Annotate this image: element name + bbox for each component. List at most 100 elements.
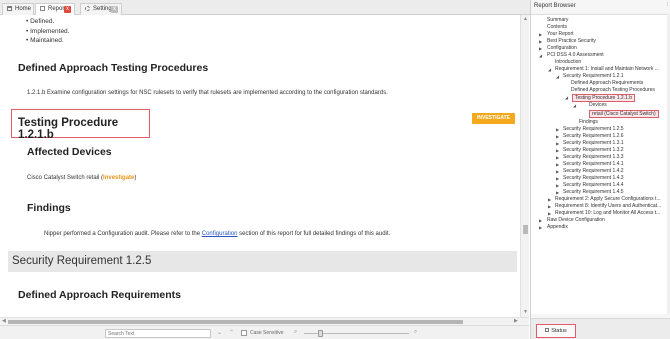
- tree-item[interactable]: Security Requirement 1.2.1: [563, 73, 624, 80]
- chevron-down-icon[interactable]: ◢: [565, 94, 568, 101]
- tree-item[interactable]: Introduction: [555, 59, 581, 66]
- heading-approach-testing: Defined Approach Testing Procedures: [18, 62, 209, 74]
- device-line: Cisco Catalyst Switch retail (Investigat…: [27, 175, 136, 181]
- chevron-down-icon[interactable]: ◢: [556, 73, 559, 80]
- scroll-left-icon[interactable]: ◀: [2, 318, 6, 324]
- tree-item[interactable]: Requirement 10: Log and Monitor All Acce…: [555, 210, 660, 217]
- case-sensitive-checkbox[interactable]: [241, 330, 247, 336]
- pin-icon[interactable]: ⫶: [666, 2, 668, 9]
- zoom-in-icon[interactable]: ⌕: [414, 329, 417, 336]
- heading-findings: Findings: [27, 202, 71, 214]
- status-area: Status: [531, 318, 670, 339]
- tree-item[interactable]: Defined Approach Requirements: [571, 80, 643, 87]
- tree-item[interactable]: Requirement 1: Install and Maintain Netw…: [555, 66, 659, 73]
- tree-item-highlighted[interactable]: retail (Cisco Catalyst Switch): [589, 110, 659, 118]
- chevron-right-icon[interactable]: ▶: [548, 196, 551, 203]
- findings-text-2: section of this report for full detailed…: [239, 231, 391, 237]
- tree-item[interactable]: Your Report: [547, 31, 574, 38]
- tree-item[interactable]: Configuration: [547, 45, 577, 52]
- case-sensitive-label: Case Sensitive: [250, 330, 284, 336]
- tree-item[interactable]: Contents: [547, 24, 567, 31]
- tab-settings[interactable]: Settings x: [80, 3, 122, 15]
- search-input[interactable]: [105, 329, 211, 338]
- chevron-down-icon[interactable]: ◢: [573, 102, 576, 109]
- tab-home-label: Home: [15, 6, 32, 12]
- chevron-right-icon[interactable]: ▶: [556, 154, 559, 161]
- scroll-down-icon[interactable]: ▼: [523, 309, 528, 315]
- tree-item[interactable]: Findings: [579, 119, 598, 126]
- tree-item[interactable]: Requirement 8: Identify Users and Authen…: [555, 203, 661, 210]
- chevron-right-icon[interactable]: ▶: [556, 175, 559, 182]
- vertical-scrollbar[interactable]: ▲ ▼: [520, 15, 529, 317]
- tree-item[interactable]: Appendix: [547, 224, 568, 231]
- chevron-right-icon[interactable]: ▶: [556, 182, 559, 189]
- chevron-right-icon[interactable]: ▶: [556, 161, 559, 168]
- section-band: Security Requirement 1.2.5: [8, 251, 517, 272]
- scroll-thumb[interactable]: [8, 320, 463, 324]
- tree-item[interactable]: Devices: [589, 102, 607, 109]
- tree-item-selected[interactable]: Testing Procedure 1.2.1.b: [572, 94, 635, 102]
- tab-home[interactable]: Home: [2, 3, 34, 15]
- chevron-down-icon[interactable]: ◢: [539, 52, 542, 59]
- chevron-right-icon[interactable]: ▶: [556, 126, 559, 133]
- chevron-right-icon[interactable]: ▶: [556, 140, 559, 147]
- bullet-item: Defined.: [26, 17, 69, 27]
- tree-item[interactable]: Security Requirement 1.4.4: [563, 182, 624, 189]
- tree-item[interactable]: Defined Approach Testing Procedures: [571, 87, 655, 94]
- device-text-end: ): [134, 175, 137, 181]
- testing-procedure-title: Testing Procedure 1.2.1.b: [18, 117, 119, 141]
- home-icon: [7, 6, 12, 11]
- document-icon: [40, 6, 45, 11]
- tree-item[interactable]: Security Requirement 1.4.2: [563, 168, 624, 175]
- tab-bar: Home Report x Settings x: [0, 0, 530, 16]
- close-icon[interactable]: x: [111, 6, 118, 13]
- findings-text-1: Nipper performed a Configuration audit. …: [44, 231, 201, 237]
- chevron-right-icon[interactable]: ▶: [556, 147, 559, 154]
- chevron-right-icon[interactable]: ▶: [556, 133, 559, 140]
- tree-item[interactable]: Security Requirement 1.4.3: [563, 175, 624, 182]
- investigate-button[interactable]: INVESTIGATE: [472, 113, 515, 124]
- zoom-out-icon[interactable]: ⌕: [294, 329, 297, 336]
- testing-procedure-box: Testing Procedure 1.2.1.b: [11, 109, 150, 141]
- tree-item[interactable]: Security Requirement 1.2.5: [563, 126, 624, 133]
- status-button[interactable]: Status: [536, 324, 576, 338]
- chevron-right-icon[interactable]: ▶: [539, 217, 542, 224]
- tree-item[interactable]: Raw Device Configuration: [547, 217, 605, 224]
- horizontal-scrollbar[interactable]: ◀ ▶: [0, 317, 529, 325]
- scroll-up-icon[interactable]: ▲: [523, 16, 528, 22]
- tree-item[interactable]: Summary: [547, 17, 568, 24]
- tree-item[interactable]: Security Requirement 1.3.3: [563, 154, 624, 161]
- scroll-thumb[interactable]: [523, 225, 528, 234]
- tree-item[interactable]: Security Requirement 1.4.1: [563, 161, 624, 168]
- chevron-down-icon[interactable]: ⌄: [217, 329, 222, 336]
- status-icon: [545, 328, 550, 332]
- bullet-item: Implemented.: [26, 27, 69, 37]
- tree-item[interactable]: Requirement 2: Apply Secure Configuratio…: [555, 196, 661, 203]
- chevron-right-icon[interactable]: ▶: [556, 189, 559, 196]
- tree-item[interactable]: Security Requirement 1.2.6: [563, 133, 624, 140]
- tree-item[interactable]: PCI DSS 4.0 Assessment: [547, 52, 604, 59]
- chevron-right-icon[interactable]: ▶: [548, 210, 551, 217]
- investigate-link[interactable]: Investigate: [103, 175, 134, 181]
- tree-item[interactable]: Security Requirement 1.3.1: [563, 140, 624, 147]
- chevron-right-icon[interactable]: ▶: [556, 168, 559, 175]
- close-icon[interactable]: x: [64, 6, 71, 13]
- configuration-link[interactable]: Configuration: [202, 231, 238, 237]
- heading-approach-requirements: Defined Approach Requirements: [18, 289, 181, 301]
- report-browser-panel: Report Browser ⫶ Summary Contents ▶ Your…: [530, 0, 670, 339]
- procedure-text: 1.2.1.b Examine configuration settings f…: [27, 90, 388, 96]
- chevron-right-icon[interactable]: ▶: [539, 45, 542, 52]
- chevron-up-icon[interactable]: ⌃: [229, 329, 234, 336]
- tree-item[interactable]: Best Practice Security: [547, 38, 596, 45]
- tree-item[interactable]: Security Requirement 1.4.5: [563, 189, 624, 196]
- chevron-right-icon[interactable]: ▶: [539, 38, 542, 45]
- chevron-right-icon[interactable]: ▶: [548, 203, 551, 210]
- scroll-right-icon[interactable]: ▶: [514, 318, 518, 324]
- chevron-down-icon[interactable]: ◢: [548, 66, 551, 73]
- bullet-list: Defined. Implemented. Maintained.: [26, 17, 69, 46]
- chevron-right-icon[interactable]: ▶: [539, 31, 542, 38]
- device-text: Cisco Catalyst Switch retail (: [27, 175, 104, 181]
- tree-item[interactable]: Security Requirement 1.3.2: [563, 147, 624, 154]
- chevron-right-icon[interactable]: ▶: [539, 224, 542, 231]
- zoom-slider-handle[interactable]: [318, 330, 323, 337]
